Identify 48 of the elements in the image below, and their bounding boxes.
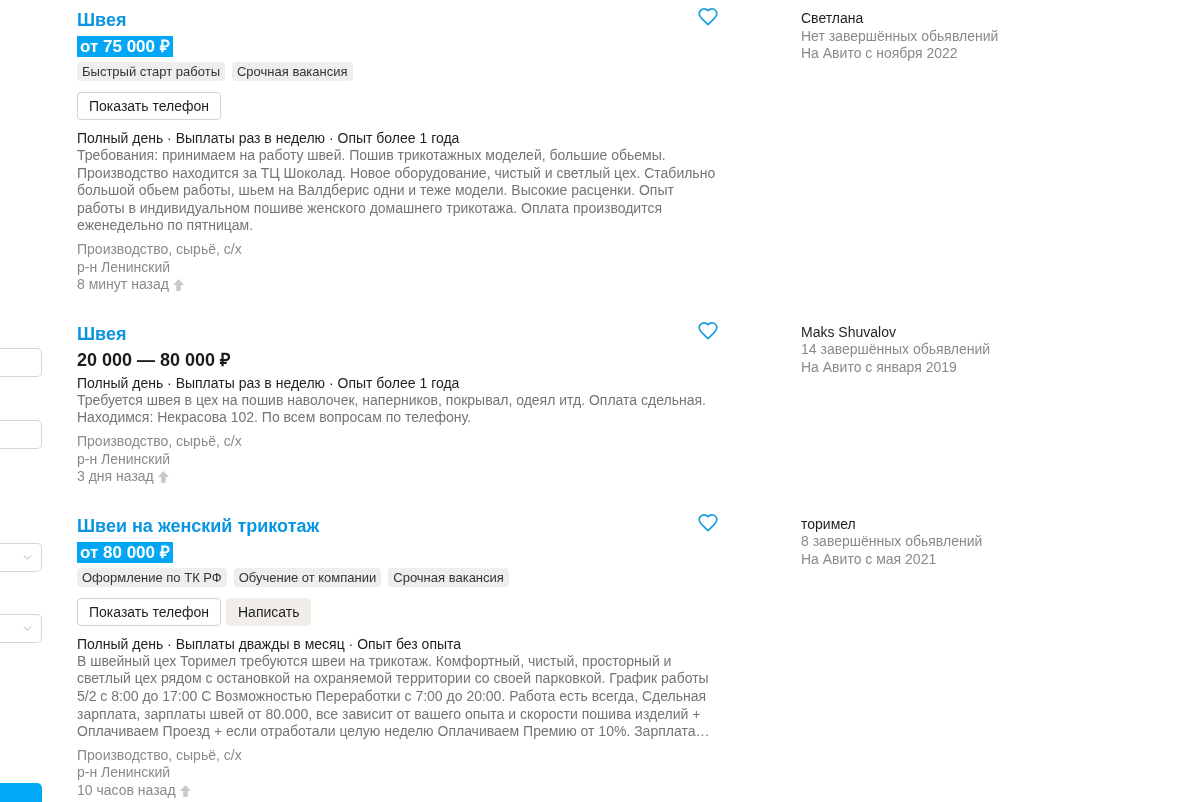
job-description: В швейный цех Торимел требуются швеи на трикотаж. Комфортный, чистый, просторный и светлый цех рядом с остановкой на охраняемой территории со своей парковкой. График работы 5/2 с 8:00 до 17:00 С Возможностью Переработки с 7:00 до 20:00. Работа есть всегда, Сдельная зарплата, зарплаты швей от 80.000, все зависит от вашего опыта и скорости пошива изделий + Оплачиваем Проезд + если отработали целую неделю Оплачиваем Премию от 10%. Зарплата…: [77, 652, 711, 741]
input-field[interactable]: [0, 348, 42, 377]
heart-icon[interactable]: [698, 8, 718, 26]
job-tag: Обучение от компании: [233, 567, 382, 587]
select-field[interactable]: [0, 614, 42, 643]
price-label: 20 000 — 80 000 ₽: [77, 349, 231, 371]
job-category: Производство, сырьё, с/х: [77, 240, 242, 259]
job-tag: Быстрый старт работы: [77, 62, 225, 81]
job-tag: Срочная вакансия: [232, 62, 353, 81]
sidebar-button[interactable]: [0, 783, 42, 802]
job-category: Производство, сырьё, с/х: [77, 432, 242, 451]
posted-time: 3 дня назад: [77, 468, 154, 486]
job-conditions: Полный день · Выплаты дважды в месяц · Опыт без опыта: [77, 634, 463, 653]
district-label: р-н Ленинский: [77, 764, 171, 782]
posted-time: 8 минут назад: [77, 276, 169, 294]
district-label: р-н Ленинский: [77, 258, 171, 277]
input-field[interactable]: [0, 420, 42, 449]
seller-deals: 14 завершённых обьявлений: [801, 341, 991, 359]
seller-deals: Нет завершённых обьявлений: [801, 27, 999, 46]
arrow-up-icon: [179, 784, 191, 797]
message-button[interactable]: Написать: [226, 597, 312, 626]
job-category: Производство, сырьё, с/х: [77, 746, 242, 765]
seller-name[interactable]: Светлана: [801, 10, 864, 28]
chevron-down-icon: [23, 555, 32, 560]
seller-since: На Авито с ноября 2022: [801, 45, 958, 63]
job-description: Требования: принимаем на работу швей. Пошив трикотажных моделей, большие обьемы. Производство находится за ТЦ Шоколад. Новое оборудование, чистый и светлый цех. Стабильно большой обьем работы, шьем на Валдберис одни и теже модели. Высокие расценки. Опыт работы в индивидуальном пошиве женского домашнего трикотажа. Оплата производится еженедельно по пятницам.: [77, 147, 717, 235]
job-tag: Оформление по ТК РФ: [77, 567, 227, 587]
job-description: Требуется швея в цех на пошив наволочек, наперников, покрывал, одеял итд. Оплата сдельная. Находимся: Некрасова 102. По всем вопросам по телефону.: [77, 391, 707, 427]
seller-since: На Авито с января 2019: [801, 358, 957, 377]
price-highlight: от 80 000 ₽: [77, 541, 173, 563]
seller-name[interactable]: Maks Shuvalov: [801, 323, 896, 342]
chevron-down-icon: [23, 626, 32, 631]
seller-deals: 8 завершённых обьявлений: [801, 533, 983, 551]
arrow-up-icon: [157, 470, 169, 483]
show-phone-button[interactable]: Показать телефон: [77, 92, 221, 120]
job-tag: Срочная вакансия: [388, 567, 509, 587]
arrow-up-icon: [172, 278, 184, 291]
job-conditions: Полный день · Выплаты раз в неделю · Опыт более 1 года: [77, 373, 461, 392]
heart-icon[interactable]: [698, 321, 718, 340]
seller-since: На Авито с мая 2021: [801, 550, 937, 569]
select-field[interactable]: [0, 543, 42, 572]
posted-time: 10 часов назад: [77, 781, 176, 800]
district-label: р-н Ленинский: [77, 450, 171, 469]
price-highlight: от 75 000 ₽: [77, 36, 173, 57]
heart-icon[interactable]: [698, 513, 718, 532]
job-conditions: Полный день · Выплаты раз в неделю · Опыт более 1 года: [77, 129, 461, 147]
show-phone-button[interactable]: Показать телефон: [77, 597, 221, 626]
seller-name[interactable]: торимел: [801, 515, 856, 534]
